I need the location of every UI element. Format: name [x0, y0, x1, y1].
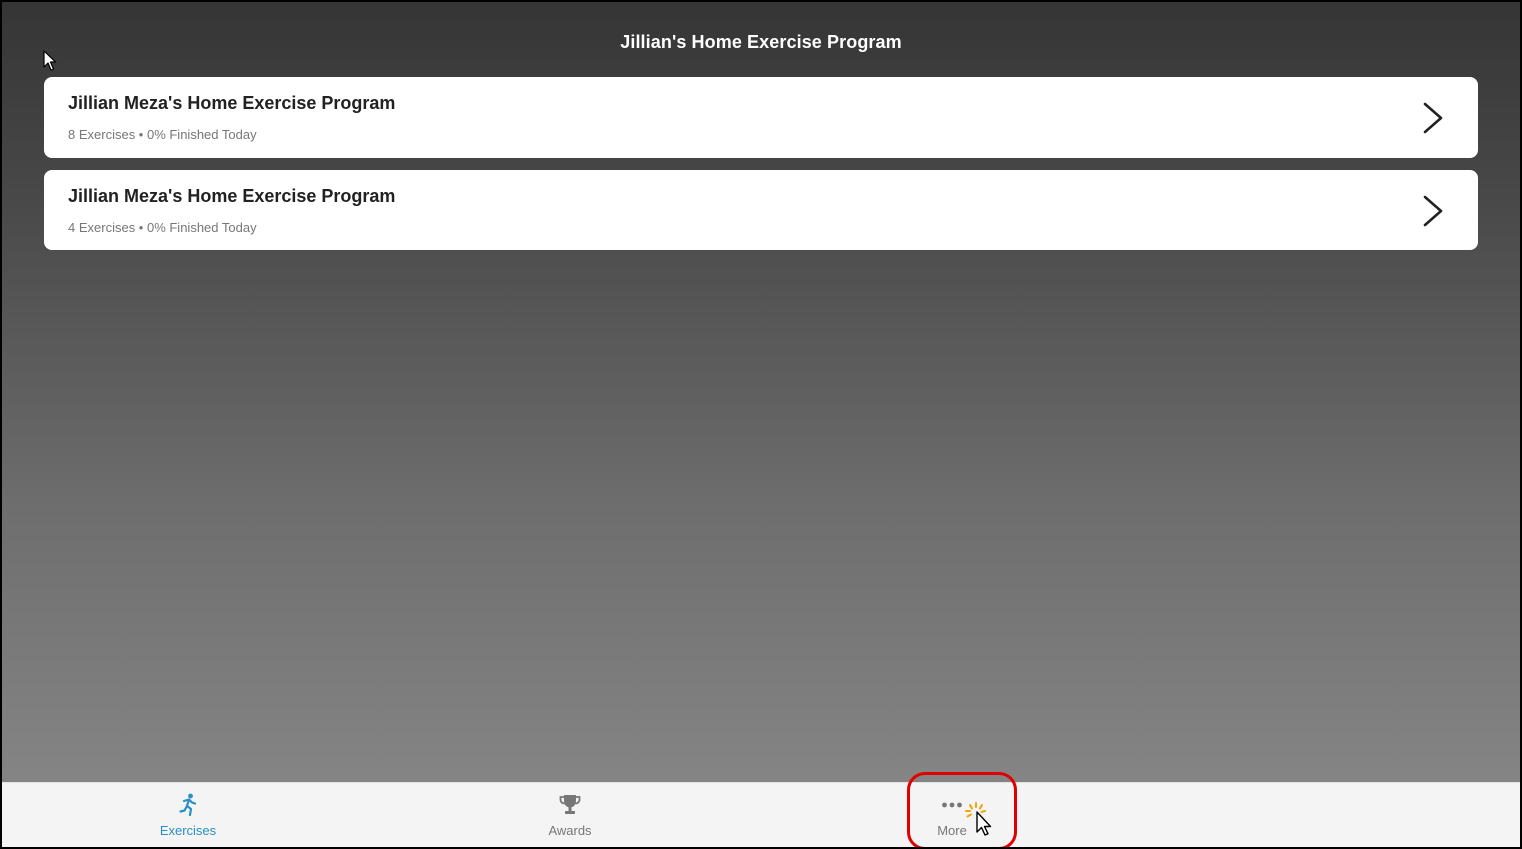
- program-card[interactable]: Jillian Meza's Home Exercise Program 8 E…: [44, 77, 1478, 158]
- program-title: Jillian Meza's Home Exercise Program: [68, 186, 396, 206]
- tab-label: Awards: [548, 823, 592, 838]
- tab-exercises[interactable]: Exercises: [118, 783, 258, 847]
- mouse-cursor-icon: [43, 50, 57, 71]
- tab-label: More: [937, 823, 967, 838]
- tab-label: Exercises: [159, 823, 217, 838]
- chevron-right-icon: [1423, 195, 1443, 227]
- bottom-tab-bar: Exercises Awards More: [2, 782, 1520, 847]
- app-window: Jillian's Home Exercise Program Jillian …: [0, 0, 1522, 849]
- program-meta: 8 Exercises • 0% Finished Today: [68, 127, 257, 142]
- running-person-icon: [179, 793, 197, 817]
- tab-awards[interactable]: Awards: [500, 783, 640, 847]
- busy-cursor-icon: [965, 802, 992, 836]
- program-meta: 4 Exercises • 0% Finished Today: [68, 220, 257, 235]
- program-list: Jillian Meza's Home Exercise Program 8 E…: [44, 77, 1478, 262]
- more-dots-icon: [942, 802, 962, 808]
- trophy-icon: [559, 795, 581, 814]
- program-title: Jillian Meza's Home Exercise Program: [68, 93, 396, 113]
- chevron-right-icon: [1423, 102, 1443, 134]
- program-card[interactable]: Jillian Meza's Home Exercise Program 4 E…: [44, 170, 1478, 250]
- page-title: Jillian's Home Exercise Program: [620, 32, 902, 52]
- tab-more[interactable]: More: [882, 783, 1022, 847]
